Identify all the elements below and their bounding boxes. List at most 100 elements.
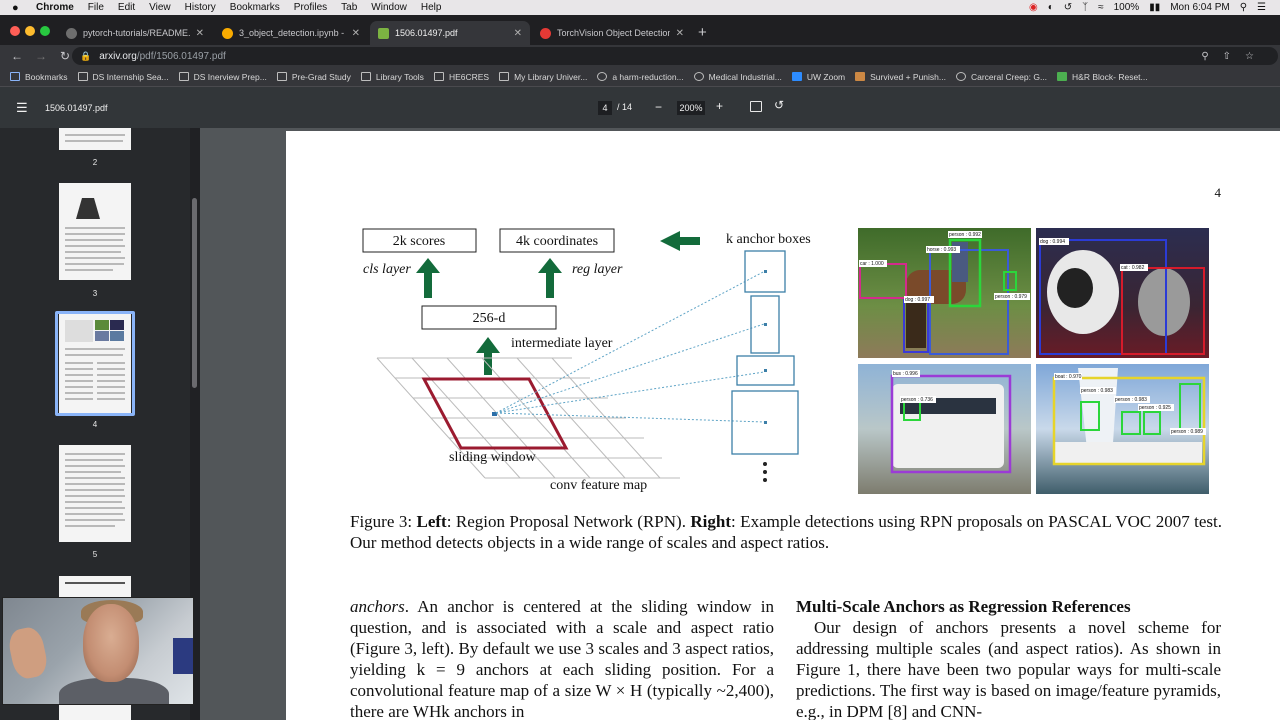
- zoom-level-input[interactable]: 200%: [677, 101, 705, 115]
- maximize-window-button[interactable]: [40, 26, 50, 36]
- wifi-icon[interactable]: ≈: [1098, 2, 1104, 13]
- figure-caption: Figure 3: Left: Region Proposal Network …: [350, 511, 1222, 553]
- bookmark-item[interactable]: My Library Univer...: [499, 72, 587, 82]
- page-total: / 14: [617, 102, 633, 112]
- bookmark-item[interactable]: Pre-Grad Study: [276, 72, 351, 82]
- bookmark-item[interactable]: Survived + Punish...: [855, 72, 946, 82]
- apple-icon[interactable]: ●: [12, 2, 26, 14]
- history-icon[interactable]: ↺: [1064, 2, 1072, 13]
- close-tab-icon[interactable]: ✕: [676, 28, 684, 39]
- anchors-term: anchors: [350, 597, 405, 616]
- rotate-icon[interactable]: ↺: [774, 98, 784, 112]
- close-tab-icon[interactable]: ✕: [514, 28, 522, 39]
- bookmark-item[interactable]: Bookmarks: [10, 72, 68, 82]
- pytorch-icon: [540, 27, 551, 39]
- right-column-text: Multi-Scale Anchors as Regression Refere…: [796, 596, 1221, 720]
- presenter-shirt: [59, 678, 169, 704]
- menu-tab[interactable]: Tab: [341, 2, 357, 13]
- bookmark-label: Carceral Creep: G...: [970, 71, 1048, 82]
- new-tab-button[interactable]: +: [698, 24, 707, 41]
- site-icon: [955, 72, 966, 81]
- bookmark-item[interactable]: HE6CRES: [433, 72, 489, 82]
- webcam-overlay[interactable]: [2, 597, 194, 705]
- zoom-in-button[interactable]: +: [716, 99, 723, 113]
- record-icon[interactable]: ◉: [1029, 2, 1038, 13]
- hr-block-icon: [1057, 72, 1068, 81]
- pdf-page: 4 2k scores 4k coordinates cls layer reg…: [286, 131, 1280, 720]
- bookmark-item[interactable]: DS Internship Sea...: [77, 72, 169, 82]
- reload-icon[interactable]: ↻: [58, 49, 72, 63]
- tab-label: 3_object_detection.ipynb - Col: [239, 28, 346, 38]
- pdf-filename: 1506.01497.pdf: [45, 102, 108, 113]
- url-path: /pdf/1506.01497.pdf: [136, 50, 226, 62]
- close-tab-icon[interactable]: ✕: [352, 28, 360, 39]
- bookmark-item[interactable]: UW Zoom: [791, 72, 845, 82]
- page-number-input[interactable]: 4: [598, 101, 612, 115]
- detection-label: dog : 0.994: [1040, 239, 1065, 245]
- clock[interactable]: Mon 6:04 PM: [1170, 2, 1229, 13]
- pdf-viewer[interactable]: 4 2k scores 4k coordinates cls layer reg…: [200, 128, 1280, 720]
- arrow-left-icon: [660, 231, 700, 251]
- book-icon: [855, 72, 866, 81]
- conv-feature-map-label: conv feature map: [550, 478, 647, 493]
- status-icon[interactable]: ◐: [1048, 2, 1054, 13]
- bookmark-label: DS Inerview Prep...: [193, 71, 267, 82]
- macos-menubar: ● Chrome File Edit View History Bookmark…: [0, 0, 1280, 15]
- search-icon[interactable]: ⚲: [1240, 2, 1247, 13]
- fit-page-icon[interactable]: [750, 101, 762, 112]
- folder-icon: [360, 72, 371, 81]
- bookmark-item[interactable]: DS Inerview Prep...: [178, 71, 267, 82]
- menu-help[interactable]: Help: [421, 2, 442, 13]
- thumbnail-page-4[interactable]: [59, 314, 131, 413]
- tab-readme[interactable]: pytorch-tutorials/README.md ✕: [58, 21, 212, 45]
- tab-pdf[interactable]: 1506.01497.pdf ✕: [370, 21, 530, 45]
- back-icon[interactable]: ←: [10, 49, 24, 63]
- menu-icon[interactable]: ☰: [16, 100, 30, 116]
- menu-chrome[interactable]: Chrome: [36, 2, 74, 13]
- thumbnail-page-2[interactable]: [59, 128, 131, 150]
- thumbnail-page-3[interactable]: [59, 183, 131, 280]
- zoom-out-button[interactable]: −: [655, 100, 662, 114]
- scrollbar-thumb[interactable]: [192, 198, 197, 388]
- share-icon[interactable]: ⇧: [1223, 51, 1231, 62]
- menu-bookmarks[interactable]: Bookmarks: [230, 2, 280, 13]
- menu-profiles[interactable]: Profiles: [294, 2, 327, 13]
- bookmark-item[interactable]: H&R Block- Reset...: [1057, 72, 1148, 82]
- rpn-diagram: 2k scores 4k coordinates cls layer reg l…: [362, 228, 811, 493]
- menu-file[interactable]: File: [88, 2, 104, 13]
- thumbnail-page-5[interactable]: [59, 445, 131, 542]
- control-center-icon[interactable]: ☰: [1257, 2, 1266, 13]
- zoom-icon[interactable]: ⚲: [1201, 51, 1208, 62]
- tab-colab[interactable]: 3_object_detection.ipynb - Col ✕: [214, 21, 368, 45]
- battery-icon[interactable]: ▮▮: [1149, 2, 1160, 13]
- menu-history[interactable]: History: [185, 2, 216, 13]
- folder-icon: [433, 72, 444, 81]
- address-bar[interactable]: 🔒 arxiv.org /pdf/1506.01497.pdf ⚲ ⇧ ☆: [72, 47, 1278, 65]
- bookmark-item[interactable]: Medical Industrial...: [693, 72, 782, 82]
- detection-label: cat : 0.982: [1121, 265, 1145, 271]
- bookmark-label: Library Tools: [375, 71, 424, 82]
- tab-torchvision[interactable]: TorchVision Object Detection F ✕: [532, 21, 692, 45]
- bookmark-item[interactable]: Library Tools: [360, 71, 424, 82]
- close-window-button[interactable]: [10, 26, 20, 36]
- caption-left: Left: [416, 512, 447, 531]
- menu-edit[interactable]: Edit: [118, 2, 135, 13]
- lock-icon[interactable]: 🔒: [80, 51, 91, 62]
- menu-window[interactable]: Window: [371, 2, 407, 13]
- minimize-window-button[interactable]: [25, 26, 35, 36]
- bookmark-item[interactable]: a harm-reduction...: [597, 72, 684, 82]
- bluetooth-icon[interactable]: ᛉ: [1082, 2, 1088, 13]
- caption-mid: : Region Proposal Network (RPN).: [446, 512, 691, 531]
- bookmark-star-icon[interactable]: ☆: [1245, 51, 1254, 62]
- menu-view[interactable]: View: [149, 2, 171, 13]
- detection-label: bus : 0.996: [893, 371, 918, 377]
- arrow-up-icon: [538, 258, 562, 298]
- 256d-box-label: 256-d: [473, 311, 506, 326]
- thumbnail-number: 2: [92, 158, 98, 167]
- forward-icon[interactable]: →: [34, 49, 48, 63]
- detection-label: person : 0.989: [1171, 429, 1203, 435]
- bookmark-item[interactable]: Carceral Creep: G...: [955, 71, 1048, 82]
- close-tab-icon[interactable]: ✕: [196, 28, 204, 39]
- section-heading: Multi-Scale Anchors as Regression Refere…: [796, 597, 1131, 616]
- detection-label: person : 0.979: [995, 294, 1027, 300]
